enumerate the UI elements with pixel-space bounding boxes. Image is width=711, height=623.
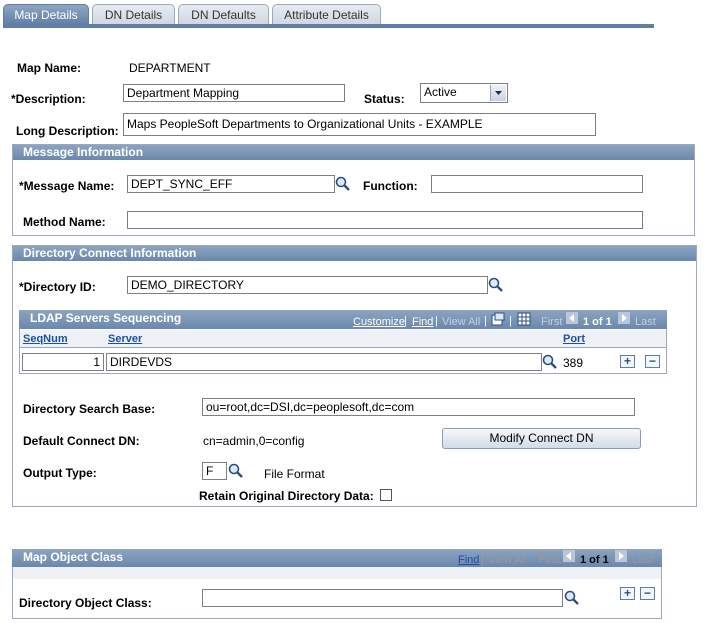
retain-original-data-checkbox[interactable] — [380, 489, 392, 501]
ldap-grid-title: LDAP Servers Sequencing — [30, 311, 182, 325]
first-link[interactable]: First — [538, 554, 559, 566]
long-description-label: Long Description: — [16, 124, 119, 138]
map-object-class-subheader — [13, 567, 661, 579]
new-window-icon[interactable] — [491, 312, 505, 329]
function-input[interactable] — [431, 175, 643, 193]
message-information-title: Message Information — [13, 145, 694, 160]
message-name-input[interactable]: DEPT_SYNC_EFF — [127, 175, 335, 193]
separator: | — [509, 315, 512, 327]
next-arrow-icon[interactable] — [618, 312, 630, 327]
status-select[interactable]: Active — [420, 83, 508, 103]
column-header-port[interactable]: Port — [563, 333, 585, 345]
description-input[interactable]: Department Mapping — [123, 84, 345, 102]
last-link[interactable]: Last — [635, 316, 656, 328]
status-select-value: Active — [424, 85, 457, 99]
retain-original-data-label: Retain Original Directory Data: — [199, 489, 374, 503]
status-label: Status: — [364, 92, 405, 106]
separator: | — [435, 315, 438, 327]
map-object-class-title: Map Object Class — [23, 550, 124, 564]
output-type-label: Output Type: — [23, 466, 97, 480]
directory-search-base-label: Directory Search Base: — [23, 402, 156, 416]
default-connect-dn-label: Default Connect DN: — [23, 434, 140, 448]
customize-link[interactable]: Customize — [353, 316, 405, 328]
add-row-button[interactable]: + — [620, 587, 635, 600]
separator: | — [484, 315, 487, 327]
last-link[interactable]: Last — [632, 554, 653, 566]
search-icon[interactable] — [335, 176, 351, 195]
search-icon[interactable] — [564, 590, 580, 609]
directory-object-class-input[interactable] — [202, 589, 563, 607]
directory-search-base-input[interactable]: ou=root,dc=DSI,dc=peoplesoft,dc=com — [202, 398, 635, 416]
tab-dn-details[interactable]: DN Details — [92, 4, 175, 25]
tab-underline — [3, 24, 654, 28]
find-link[interactable]: Find — [458, 554, 479, 566]
chevron-down-icon — [490, 85, 506, 101]
view-all-link[interactable]: View All — [488, 554, 526, 566]
seqnum-input[interactable]: 1 — [22, 353, 104, 371]
separator: | — [404, 315, 407, 327]
description-label: *Description: — [11, 92, 86, 106]
method-name-label: Method Name: — [23, 215, 106, 229]
search-icon[interactable] — [488, 277, 504, 296]
port-value: 389 — [563, 356, 584, 370]
directory-id-input[interactable]: DEMO_DIRECTORY — [127, 276, 488, 294]
add-row-button[interactable]: + — [620, 355, 635, 368]
directory-connect-title: Directory Connect Information — [13, 246, 696, 261]
tab-dn-defaults[interactable]: DN Defaults — [178, 4, 269, 25]
find-link[interactable]: Find — [412, 316, 433, 328]
prev-arrow-icon[interactable] — [566, 312, 578, 327]
row-count: 1 of 1 — [583, 316, 612, 328]
search-icon[interactable] — [228, 463, 244, 482]
next-arrow-icon[interactable] — [615, 550, 627, 565]
directory-id-label: *Directory ID: — [19, 280, 96, 294]
modify-connect-dn-button[interactable]: Modify Connect DN — [442, 428, 641, 449]
output-type-description: File Format — [264, 467, 325, 481]
tab-attribute-details[interactable]: Attribute Details — [272, 4, 381, 25]
directory-object-class-label: Directory Object Class: — [19, 596, 152, 610]
tab-map-details[interactable]: Map Details — [3, 4, 89, 25]
row-count: 1 of 1 — [580, 554, 609, 566]
output-type-input[interactable]: F — [202, 462, 227, 480]
prev-arrow-icon[interactable] — [563, 550, 575, 565]
view-all-link[interactable]: View All — [442, 316, 480, 328]
method-name-input[interactable] — [127, 211, 643, 229]
map-name-label: Map Name: — [17, 61, 82, 75]
long-description-input[interactable]: Maps PeopleSoft Departments to Organizat… — [123, 113, 596, 136]
column-header-seqnum[interactable]: SeqNum — [23, 333, 68, 345]
map-name-value: DEPARTMENT — [129, 61, 211, 75]
server-input[interactable]: DIRDEVDS — [106, 353, 542, 371]
delete-row-button[interactable]: − — [640, 587, 655, 600]
search-icon[interactable] — [542, 354, 558, 373]
message-name-label: *Message Name: — [19, 179, 115, 193]
first-link[interactable]: First — [541, 316, 562, 328]
column-header-server[interactable]: Server — [108, 333, 142, 345]
function-label: Function: — [363, 179, 418, 193]
download-grid-icon[interactable] — [517, 312, 531, 329]
delete-row-button[interactable]: − — [645, 355, 660, 368]
separator: | — [481, 554, 484, 566]
default-connect-dn-value: cn=admin,0=config — [203, 434, 305, 448]
